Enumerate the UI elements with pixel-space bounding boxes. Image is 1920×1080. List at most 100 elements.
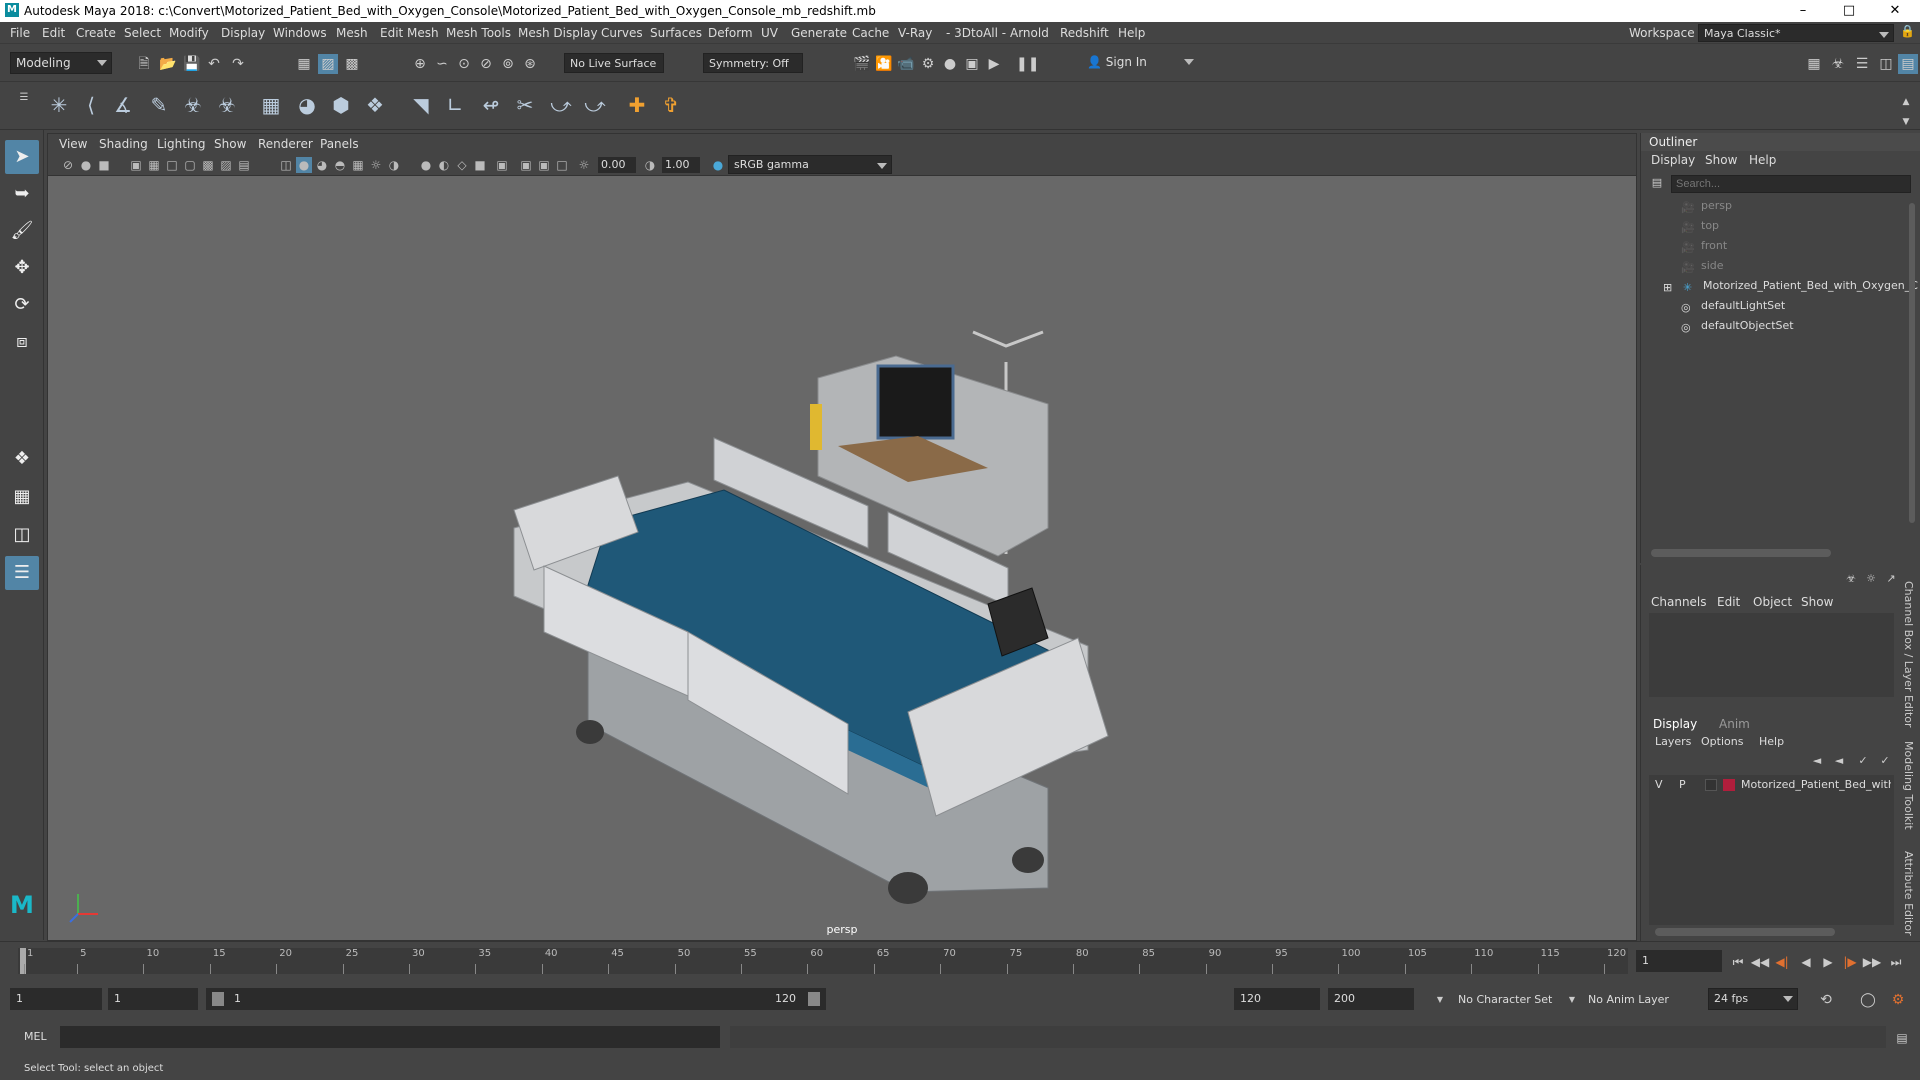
menu-set-dropdown[interactable]: Modeling	[10, 52, 112, 74]
gate-mask-icon[interactable]: ▩	[200, 157, 216, 173]
range-start-handle[interactable]	[212, 992, 224, 1006]
menu-arnold[interactable]: Arnold	[1010, 26, 1049, 40]
chevron-down-icon[interactable]: ▼	[1562, 990, 1582, 1010]
xray-icon[interactable]: ▣	[518, 157, 534, 173]
current-time-marker[interactable]	[20, 948, 26, 974]
vp-menu-view[interactable]: View	[59, 137, 87, 151]
attribute-editor-icon[interactable]: ☰	[1852, 54, 1872, 74]
anim-layer-field[interactable]: No Anim Layer	[1588, 993, 1669, 1006]
outliner-vertical-scrollbar[interactable]	[1909, 203, 1915, 523]
paint-select-icon[interactable]: 🖌	[5, 214, 39, 248]
modeling-toolkit-icon[interactable]: ▦	[1804, 54, 1824, 74]
start-time-field[interactable]: 1	[10, 988, 102, 1010]
menu-surfaces[interactable]: Surfaces	[650, 26, 702, 40]
layer-color-swatch[interactable]	[1723, 779, 1735, 791]
insert-edge-loop-icon[interactable]: ✚	[622, 90, 652, 120]
menu-mesh-display[interactable]: Mesh Display	[518, 26, 598, 40]
menu-help[interactable]: Help	[1118, 26, 1145, 40]
tab-attribute-editor[interactable]: Attribute Editor	[1902, 851, 1915, 936]
snap-view-icon[interactable]: ⊘	[476, 54, 496, 74]
new-scene-icon[interactable]: 🗎	[134, 54, 154, 74]
textured-icon[interactable]: ▦	[350, 157, 366, 173]
ik-handle-icon[interactable]: ☣	[212, 90, 242, 120]
menu-3dtoall[interactable]: - 3DtoAll -	[946, 26, 1006, 40]
offset-edge-loop-icon[interactable]: ✞	[656, 90, 686, 120]
hypershade-icon[interactable]: ●	[940, 54, 960, 74]
smooth-shade-icon[interactable]: ●	[296, 157, 312, 173]
gamma-icon[interactable]: ◑	[642, 157, 658, 173]
character-controls-icon[interactable]: ☣	[1828, 54, 1848, 74]
layers-menu-layers[interactable]: Layers	[1655, 735, 1691, 748]
tab-modeling-toolkit[interactable]: Modeling Toolkit	[1902, 741, 1915, 830]
ep-curve-icon[interactable]: ⟨	[76, 90, 106, 120]
scale-tool-icon[interactable]: ⧈	[5, 325, 39, 359]
script-editor-icon[interactable]: ▤	[1892, 1028, 1912, 1048]
step-back-frame-icon[interactable]: ◀|	[1772, 952, 1792, 972]
menu-file[interactable]: File	[10, 26, 30, 40]
new-layer-selected-icon[interactable]: ✓	[1875, 751, 1895, 771]
snap-curve-icon[interactable]: ∽	[432, 54, 452, 74]
render-view-icon[interactable]: ▣	[962, 54, 982, 74]
filter-icon[interactable]: ▤	[1647, 173, 1667, 193]
outliner-menu-show[interactable]: Show	[1705, 153, 1737, 167]
menu-modify[interactable]: Modify	[169, 26, 209, 40]
channel-list[interactable]	[1649, 613, 1894, 697]
step-back-key-icon[interactable]: ◀◀	[1750, 952, 1770, 972]
outliner-menu-display[interactable]: Display	[1651, 153, 1695, 167]
vp-menu-show[interactable]: Show	[214, 137, 246, 151]
bevel-icon[interactable]: ∟	[440, 90, 470, 120]
channels-menu-show[interactable]: Show	[1801, 595, 1833, 609]
playback-end-field[interactable]: 120	[1234, 988, 1320, 1010]
shadows-icon[interactable]: ◑	[386, 157, 402, 173]
layer-type-box[interactable]	[1705, 779, 1717, 791]
bookmark-icon[interactable]: ■	[96, 157, 112, 173]
menu-display[interactable]: Display	[221, 26, 265, 40]
menu-generate[interactable]: Generate	[791, 26, 847, 40]
layer-playback-toggle[interactable]: P	[1679, 775, 1686, 795]
multisample-icon[interactable]: ◇	[454, 157, 470, 173]
poly-torus-icon[interactable]: ❖	[360, 90, 390, 120]
isolate-select-icon[interactable]: ▣	[494, 157, 510, 173]
outliner-menu-help[interactable]: Help	[1749, 153, 1776, 167]
minimize-button[interactable]: –	[1780, 0, 1826, 22]
close-button[interactable]: ✕	[1872, 0, 1918, 22]
outliner-item-defaultobjectset[interactable]: ◎ defaultObjectSet	[1681, 317, 1794, 335]
maximize-button[interactable]: □	[1826, 0, 1872, 22]
outliner-item-side[interactable]: 🎥 side	[1681, 257, 1724, 275]
tool-settings-icon[interactable]: ◫	[1876, 54, 1896, 74]
layer-horizontal-scrollbar[interactable]	[1655, 928, 1835, 936]
chevron-down-icon[interactable]: ▼	[1430, 990, 1450, 1010]
fps-dropdown[interactable]: 24 fps	[1708, 988, 1798, 1010]
use-all-lights-icon[interactable]: ☼	[368, 157, 384, 173]
joint-tool-icon[interactable]: ☣	[178, 90, 208, 120]
select-object-icon[interactable]: ▨	[318, 54, 338, 74]
pause-icon[interactable]: ❚❚	[1016, 54, 1039, 74]
menu-uv[interactable]: UV	[761, 26, 778, 40]
target-weld-icon[interactable]: ⤻	[546, 90, 576, 120]
menu-create[interactable]: Create	[76, 26, 116, 40]
tab-channel-box-layer-editor[interactable]: Channel Box / Layer Editor	[1902, 581, 1915, 728]
redshift-render-icon[interactable]: ▶	[984, 54, 1004, 74]
channels-menu-object[interactable]: Object	[1753, 595, 1792, 609]
loop-icon[interactable]: ⟲	[1816, 990, 1836, 1010]
redo-icon[interactable]: ↷	[228, 54, 248, 74]
ipr-render-icon[interactable]: 📹	[896, 54, 916, 74]
layer-name[interactable]: Motorized_Patient_Bed_with_O	[1741, 775, 1891, 795]
menu-select[interactable]: Select	[124, 26, 161, 40]
select-camera-icon[interactable]: ⊘	[60, 157, 76, 173]
live-surface-field[interactable]: No Live Surface	[564, 53, 664, 73]
ambient-occlusion-icon[interactable]: ●	[418, 157, 434, 173]
render-sequence-icon[interactable]: 🎦	[874, 54, 894, 74]
layer-row[interactable]: V P Motorized_Patient_Bed_with_O	[1649, 775, 1894, 795]
motion-blur-icon[interactable]: ◐	[436, 157, 452, 173]
menu-cache[interactable]: Cache	[852, 26, 889, 40]
time-ruler[interactable]: 1 5 10 15 20 25 30 35 40 45 50 55 60 65 70 75 80 85 90 95 10…	[18, 948, 1628, 974]
channels-menu-channels[interactable]: Channels	[1651, 595, 1707, 609]
open-scene-icon[interactable]: 📂	[158, 54, 178, 74]
select-tool-icon[interactable]: ➤	[5, 140, 39, 174]
extrude-icon[interactable]: ◥	[406, 90, 436, 120]
outliner-item-front[interactable]: 🎥 front	[1681, 237, 1727, 255]
multi-cut-icon[interactable]: ✂	[510, 90, 540, 120]
playback-start-field[interactable]: 1	[108, 988, 198, 1010]
go-to-start-icon[interactable]: ⏮	[1728, 952, 1748, 972]
